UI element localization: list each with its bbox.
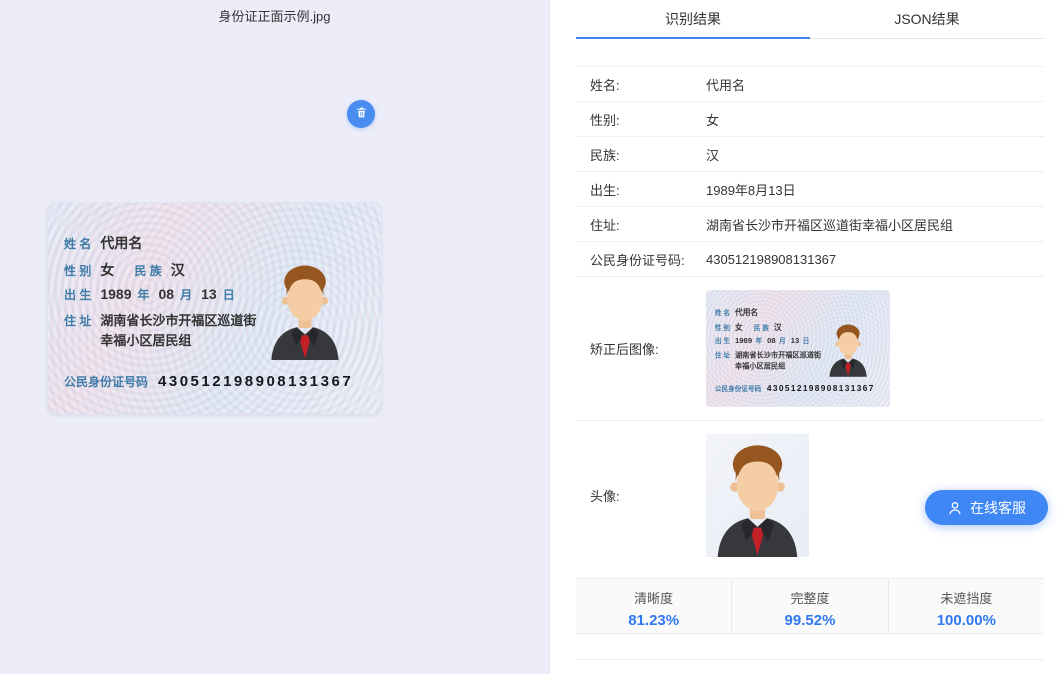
card-birth-month-char: 月 (180, 288, 193, 302)
card-birth-year-char: 年 (137, 288, 150, 302)
corrected-idcard-image: 姓 名 代用名 性 别 女 民 族 汉 出 生 1989 年 08 月 13 日… (706, 290, 890, 407)
recognition-result-panel: 识别结果 JSON结果 姓名: 代用名 性别: 女 民族: 汉 出生: 1989… (551, 0, 1060, 674)
card-address-line1: 湖南省长沙市开福区巡道街 (734, 350, 822, 360)
field-value: 1989年8月13日 (706, 182, 796, 198)
stat-value: 100.00% (936, 612, 996, 629)
card-idnumber-row: 公民身份证号码 430512198908131367 (715, 384, 875, 393)
card-ethnic-value: 汉 (773, 322, 782, 332)
bottom-divider (576, 659, 1044, 660)
stat-label: 完整度 (790, 591, 830, 606)
card-name-row: 姓 名 代用名 (64, 233, 148, 253)
card-idnumber-row: 公民身份证号码 430512198908131367 (64, 373, 353, 390)
field-label: 姓名: (590, 77, 620, 93)
person-headset-icon (947, 500, 963, 516)
table-row-address: 住址: 湖南省长沙市开福区巡道街幸福小区居民组 (576, 207, 1044, 242)
field-label: 住址: (590, 217, 620, 233)
field-label: 民族: (590, 147, 620, 163)
card-idnumber-value: 430512198908131367 (766, 384, 875, 394)
online-service-label: 在线客服 (970, 499, 1026, 516)
ocr-demo-page: 身份证正面示例.jpg 姓 名 代用名 性 别 女 民 族 汉 出 生 1989… (0, 0, 1060, 674)
card-gender-row: 性 别 女 民 族 汉 (715, 322, 785, 333)
field-value: 女 (706, 112, 720, 128)
field-label: 矫正后图像: (590, 342, 659, 357)
card-birth-month: 08 (158, 286, 175, 302)
stat-value: 81.23% (628, 612, 680, 629)
online-service-button[interactable]: 在线客服 (925, 490, 1048, 525)
card-gender-label: 性 别 (64, 264, 92, 278)
delete-image-button[interactable] (347, 100, 375, 128)
card-idnumber-label: 公民身份证号码 (714, 385, 762, 393)
result-tabs: 识别结果 JSON结果 (576, 0, 1044, 39)
card-address-row: 住 址 湖南省长沙市开福区巡道街 幸福小区居民组 (64, 311, 264, 351)
field-value: 汉 (706, 147, 720, 163)
card-birth-day: 13 (201, 286, 217, 302)
card-portrait (826, 305, 870, 377)
table-row-name: 姓名: 代用名 (576, 67, 1044, 102)
card-ethnic-label: 民 族 (134, 264, 162, 278)
card-address-label: 住 址 (714, 351, 730, 360)
tab-json-result[interactable]: JSON结果 (810, 0, 1044, 38)
stat-label: 清晰度 (634, 591, 674, 606)
card-birth-day-char: 日 (802, 337, 810, 345)
card-birth-label: 出 生 (714, 337, 730, 345)
card-birth-day: 13 (790, 335, 800, 345)
idcard-preview-small: 姓 名 代用名 性 别 女 民 族 汉 出 生 1989 年 08 月 13 日… (706, 290, 890, 407)
card-gender-row: 性 别 女 民 族 汉 (64, 260, 191, 280)
field-label: 头像: (590, 489, 620, 504)
card-birth-year-char: 年 (755, 337, 763, 345)
card-birth-row: 出 生 1989 年 08 月 13 日 (715, 336, 814, 345)
card-address-line2: 幸福小区居民组 (100, 333, 192, 348)
table-row-gender: 性别: 女 (576, 102, 1044, 137)
upload-preview-panel: 身份证正面示例.jpg 姓 名 代用名 性 别 女 民 族 汉 出 生 1989… (0, 0, 550, 674)
card-birth-day-char: 日 (222, 288, 235, 302)
field-label: 性别: (590, 112, 620, 128)
field-label: 出生: (590, 182, 620, 198)
card-name-row: 姓 名 代用名 (715, 307, 762, 318)
field-value: 430512198908131367 (706, 251, 837, 267)
stat-completeness: 完整度 99.52% (731, 579, 887, 633)
field-value: 代用名 (706, 77, 746, 93)
card-address-value: 湖南省长沙市开福区巡道街 幸福小区居民组 (100, 311, 256, 351)
card-ethnic-value: 汉 (170, 262, 185, 278)
card-address-value: 湖南省长沙市开福区巡道街 幸福小区居民组 (735, 350, 821, 372)
card-name-value: 代用名 (734, 307, 759, 317)
stat-unobstructed: 未遮挡度 100.00% (887, 579, 1044, 633)
card-gender-value: 女 (734, 322, 743, 332)
card-name-label: 姓 名 (714, 308, 730, 317)
table-row-ethnic: 民族: 汉 (576, 137, 1044, 172)
card-name-value: 代用名 (100, 235, 143, 251)
card-birth-label: 出 生 (64, 288, 92, 302)
trash-icon (355, 106, 368, 122)
card-idnumber-value: 430512198908131367 (158, 373, 354, 390)
tab-recognition-result[interactable]: 识别结果 (576, 0, 810, 39)
uploaded-idcard-image: 姓 名 代用名 性 别 女 民 族 汉 出 生 1989 年 08 月 13 日 (48, 203, 381, 414)
card-idnumber-label: 公民身份证号码 (64, 375, 149, 389)
card-ethnic-label: 民 族 (753, 323, 769, 332)
card-birth-year: 1989 (100, 286, 132, 302)
card-address-line1: 湖南省长沙市开福区巡道街 (100, 313, 257, 328)
table-row-idnumber: 公民身份证号码: 430512198908131367 (576, 242, 1044, 277)
stat-clarity: 清晰度 81.23% (576, 579, 731, 633)
stat-label: 未遮挡度 (940, 591, 993, 606)
table-row-birth: 出生: 1989年8月13日 (576, 172, 1044, 207)
quality-stats-bar: 清晰度 81.23% 完整度 99.52% 未遮挡度 100.00% (576, 578, 1044, 634)
card-birth-month-char: 月 (779, 337, 786, 345)
card-birth-month: 08 (767, 335, 776, 345)
card-address-label: 住 址 (64, 314, 92, 328)
card-address-row: 住 址 湖南省长沙市开福区巡道街 幸福小区居民组 (715, 350, 826, 372)
card-address-line2: 幸福小区居民组 (734, 361, 786, 371)
card-birth-year: 1989 (734, 335, 753, 345)
card-gender-value: 女 (100, 262, 115, 278)
uploaded-filename: 身份证正面示例.jpg (218, 9, 331, 24)
field-value: 湖南省长沙市开福区巡道街幸福小区居民组 (706, 217, 954, 233)
card-name-label: 姓 名 (64, 237, 92, 251)
stat-value: 99.52% (784, 612, 836, 629)
card-birth-row: 出 生 1989 年 08 月 13 日 (64, 286, 244, 303)
idcard-preview-large: 姓 名 代用名 性 别 女 民 族 汉 出 生 1989 年 08 月 13 日 (48, 203, 381, 414)
table-row-corrected-image: 矫正后图像: 姓 名 代用名 性 别 女 民 族 汉 出 生 1989 年 08… (576, 277, 1044, 421)
field-label: 公民身份证号码: (590, 252, 685, 268)
card-gender-label: 性 别 (714, 323, 730, 332)
avatar-image (706, 434, 809, 557)
card-portrait (265, 230, 345, 360)
